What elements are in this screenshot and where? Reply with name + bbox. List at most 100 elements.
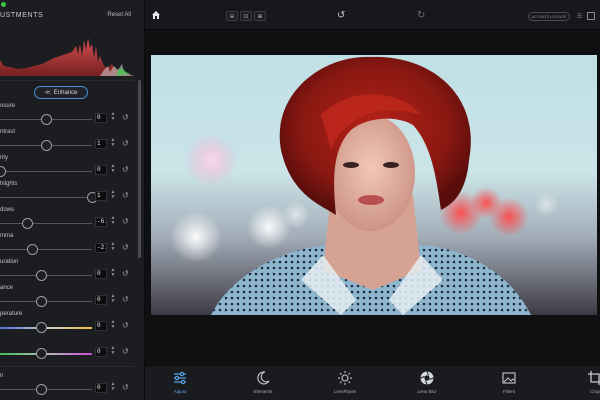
- zoom-in-icon: ⊕: [257, 13, 263, 20]
- adjustment-label: n: [0, 373, 4, 379]
- zoom-in-button[interactable]: ⊕: [254, 11, 266, 21]
- adjustment-label: osure: [0, 103, 16, 109]
- adjustment-value-field[interactable]: 0: [95, 383, 107, 393]
- reset-adjustment-icon[interactable]: ↺: [122, 113, 129, 122]
- tool-bar: Adjust Elements LensFlares Lens Blur Filters…: [145, 365, 600, 400]
- redo-button[interactable]: ↻: [417, 10, 425, 21]
- tool-label: Crop: [590, 389, 600, 394]
- adjustment-label: perature: [0, 311, 23, 317]
- magic-wand-icon: ≪: [44, 90, 51, 96]
- reset-adjustment-icon[interactable]: ↺: [122, 191, 129, 200]
- adjustment-slider-knob[interactable]: [36, 322, 47, 333]
- zoom-out-button[interactable]: ⊖: [226, 11, 238, 21]
- tool-elements[interactable]: Elements: [243, 370, 283, 400]
- stepper-icon[interactable]: ▲ ▼: [110, 164, 116, 174]
- adjustment-value-field[interactable]: 0: [95, 321, 107, 331]
- tool-adjust[interactable]: Adjust: [160, 370, 200, 400]
- adjustment-slider-knob[interactable]: [36, 384, 47, 395]
- adjustment-label: ance: [0, 285, 14, 291]
- adjustment-slider-track[interactable]: [0, 197, 92, 198]
- adjustment-label: rity: [0, 155, 8, 161]
- tool-filters[interactable]: Filters: [489, 370, 529, 400]
- adjustment-slider-knob[interactable]: [41, 140, 52, 151]
- zoom-out-icon: ⊖: [229, 13, 235, 20]
- adjustment-temperature: perature 0 ▲ ▼ ↺: [0, 311, 134, 337]
- adjustment-value-field[interactable]: 1: [95, 191, 107, 201]
- undo-button[interactable]: ↺: [337, 10, 345, 21]
- activate-license-button[interactable]: ACTIVATE LICENSE: [528, 12, 570, 21]
- reset-adjustment-icon[interactable]: ↺: [122, 347, 129, 356]
- stepper-icon[interactable]: ▲ ▼: [110, 242, 116, 252]
- aperture-icon: [407, 370, 447, 386]
- panel-scrollbar[interactable]: [138, 80, 141, 258]
- adjustment-slider-knob[interactable]: [41, 114, 52, 125]
- adjustment-last: n 0 ▲ ▼ ↺: [0, 373, 134, 399]
- adjustment-contrast: ntrast 1 ▲ ▼ ↺: [0, 129, 134, 155]
- enhance-button[interactable]: ≪ Enhance: [34, 86, 88, 99]
- adjustment-tint: 0 ▲ ▼ ↺: [0, 337, 134, 363]
- tool-lensblur[interactable]: Lens Blur: [407, 370, 447, 400]
- adjustment-slider-knob[interactable]: [22, 218, 33, 229]
- photo-preview[interactable]: [151, 55, 597, 315]
- menu-icon[interactable]: ☰: [576, 13, 583, 20]
- stepper-icon[interactable]: ▲ ▼: [110, 346, 116, 356]
- adjustment-label: hlights: [0, 181, 18, 187]
- reset-adjustment-icon[interactable]: ↺: [122, 269, 129, 278]
- adjustment-value-field[interactable]: 0: [95, 269, 107, 279]
- crop-icon: [575, 370, 600, 386]
- adjustment-slider-knob[interactable]: [0, 166, 6, 177]
- sliders-icon: [160, 370, 200, 386]
- adjustment-value-field[interactable]: 0: [95, 165, 107, 175]
- stepper-icon[interactable]: ▲ ▼: [110, 294, 116, 304]
- tool-label: Elements: [253, 389, 273, 394]
- stepper-icon[interactable]: ▲ ▼: [110, 382, 116, 392]
- tool-label: Adjust: [173, 389, 187, 394]
- tool-lensflares[interactable]: LensFlares: [325, 370, 365, 400]
- redo-icon: ↻: [417, 10, 426, 21]
- tool-crop[interactable]: Crop: [575, 370, 600, 400]
- adjustment-slider-track[interactable]: [0, 223, 92, 224]
- adjustment-value-field[interactable]: -6...: [95, 217, 107, 227]
- reset-adjustment-icon[interactable]: ↺: [122, 295, 129, 304]
- adjustment-slider-knob[interactable]: [36, 296, 47, 307]
- adjustment-slider-knob[interactable]: [27, 244, 38, 255]
- adjustment-shadows: dows -6...▲▼ ↺: [0, 207, 134, 233]
- adjustment-value-field[interactable]: 0: [95, 347, 107, 357]
- reset-adjustment-icon[interactable]: ↺: [122, 139, 129, 148]
- stepper-icon[interactable]: ▲ ▼: [110, 268, 116, 278]
- adjustment-value-field[interactable]: 0: [95, 113, 107, 123]
- adjustment-slider-knob[interactable]: [36, 270, 47, 281]
- stepper-icon[interactable]: ▲ ▼: [110, 112, 116, 122]
- reset-adjustment-icon[interactable]: ↺: [122, 321, 129, 330]
- reset-adjustment-icon[interactable]: ↺: [122, 383, 129, 392]
- adjustment-slider-knob[interactable]: [36, 348, 47, 359]
- stepper-icon[interactable]: ▲ ▼: [110, 138, 116, 148]
- reset-adjustment-icon[interactable]: ↺: [122, 165, 129, 174]
- adjustment-label: uration: [0, 259, 19, 265]
- adjustment-slider-track[interactable]: [0, 171, 92, 172]
- canvas-area: [145, 30, 600, 365]
- adjustment-vibrance: ance 0 ▲ ▼ ↺: [0, 285, 134, 311]
- adjustment-value-field[interactable]: -2...: [95, 243, 107, 253]
- home-icon: [152, 11, 160, 19]
- reset-adjustment-icon[interactable]: ↺: [122, 217, 129, 226]
- adjustment-value-field[interactable]: 0: [95, 295, 107, 305]
- zoom-fit-button[interactable]: ⊙: [240, 11, 252, 21]
- stepper-icon[interactable]: ▲ ▼: [110, 190, 116, 200]
- stepper-icon[interactable]: ▲ ▼: [110, 216, 116, 226]
- tool-label: Lens Blur: [417, 389, 437, 394]
- adjustment-slider-track[interactable]: [0, 249, 92, 250]
- adjustment-value-field[interactable]: 1: [95, 139, 107, 149]
- adjustment-highlights: hlights 1 ▲ ▼ ↺: [0, 181, 134, 207]
- home-button[interactable]: [150, 9, 162, 21]
- enhance-label: Enhance: [53, 89, 78, 96]
- tool-label: LensFlares: [333, 389, 357, 394]
- adjustment-label: dows: [0, 207, 15, 213]
- reset-adjustment-icon[interactable]: ↺: [122, 243, 129, 252]
- adjustment-label: ntrast: [0, 129, 16, 135]
- histogram: [0, 38, 134, 76]
- stepper-icon[interactable]: ▲ ▼: [110, 320, 116, 330]
- panel-toggle-icon[interactable]: [587, 12, 595, 20]
- reset-all-button[interactable]: Reset All: [107, 12, 131, 18]
- top-toolbar: ⊖ ⊙ ⊕ ↺ ↻ ACTIVATE LICENSE ☰: [145, 0, 600, 30]
